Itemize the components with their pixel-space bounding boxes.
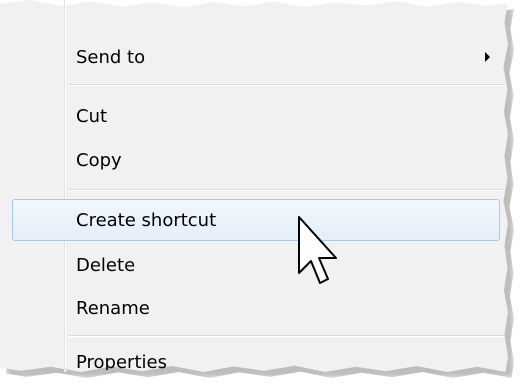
menu-item-properties[interactable]: Properties — [12, 346, 500, 370]
menu-item-label: Delete — [76, 255, 136, 276]
menu-item-create-shortcut[interactable]: Create shortcut — [12, 199, 500, 241]
menu-item-label: Cut — [76, 106, 108, 127]
menu-item-label: Create shortcut — [76, 210, 217, 231]
screenshot-stage: Send to Cut Copy Create shortcut Delete … — [0, 0, 520, 384]
menu-item-cut[interactable]: Cut — [12, 99, 500, 133]
menu-separator — [68, 189, 504, 191]
menu-separator — [68, 84, 504, 86]
mouse-pointer-icon — [298, 216, 337, 284]
chevron-right-icon — [485, 52, 490, 62]
menu-item-rename[interactable]: Rename — [12, 291, 500, 325]
context-menu: Send to Cut Copy Create shortcut Delete … — [0, 0, 508, 372]
menu-item-send-to[interactable]: Send to — [12, 40, 500, 74]
menu-item-label: Copy — [76, 150, 122, 171]
menu-item-label: Rename — [76, 298, 150, 319]
menu-item-delete[interactable]: Delete — [12, 248, 500, 282]
menu-separator — [68, 335, 504, 337]
menu-item-label: Send to — [76, 47, 146, 68]
menu-item-copy[interactable]: Copy — [12, 143, 500, 177]
menu-item-label: Properties — [76, 352, 167, 370]
